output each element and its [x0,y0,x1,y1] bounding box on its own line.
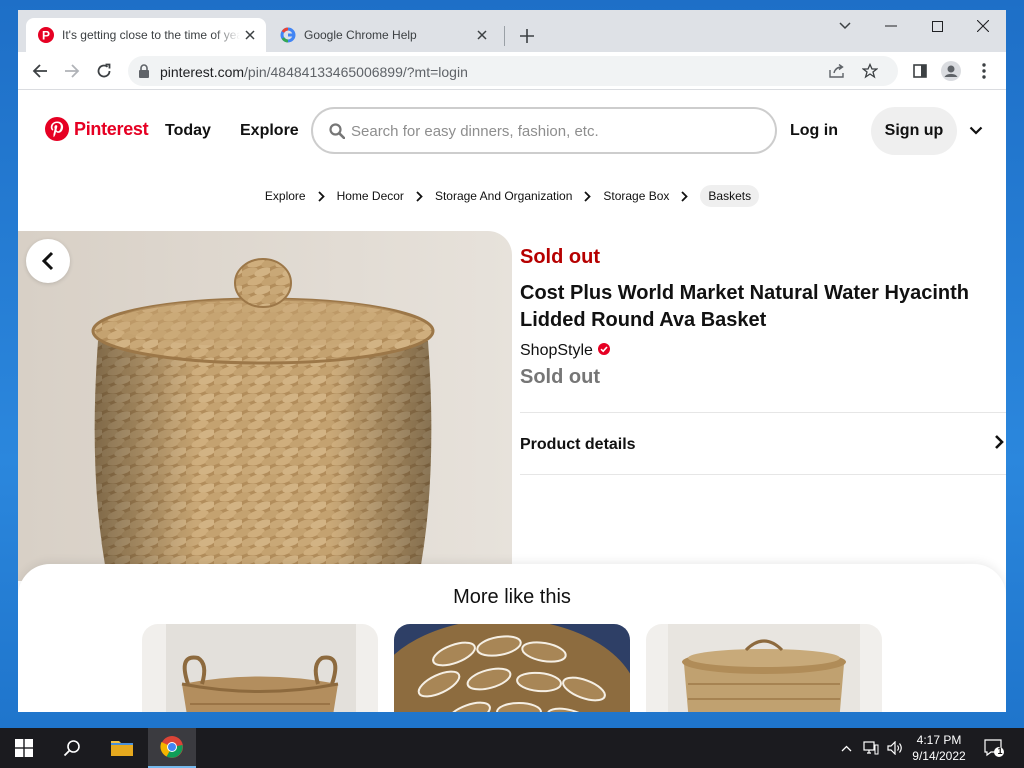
tab-title: Google Chrome Help [304,28,417,42]
tab-pinterest[interactable]: P It's getting close to the time of year [26,18,266,52]
search-input[interactable] [351,118,751,144]
pinterest-logo-icon [45,117,69,141]
chevron-right-icon [317,190,325,202]
more-like-this-title: More like this [453,586,571,608]
pinterest-page: Pinterest Today Explore Log in Sign up E… [18,90,1006,712]
tab-title: It's getting close to the time of year [62,28,240,42]
back-arrow-button[interactable] [26,239,70,283]
address-bar[interactable]: pinterest.com/pin/48484133465006899/?mt=… [128,56,898,86]
chevron-up-icon[interactable] [836,728,856,768]
svg-text:P: P [42,29,50,43]
site-header: Pinterest Today Explore Log in Sign up [18,90,1006,172]
merchant[interactable]: ShopStyle [520,342,610,360]
pin-image[interactable] [18,231,512,581]
back-button[interactable] [27,58,53,84]
pinterest-favicon-icon: P [38,27,54,43]
breadcrumb-item[interactable]: Home Decor [337,189,404,203]
sold-out-badge: Sold out [520,246,600,268]
url-host: pinterest.com [160,64,245,80]
search-icon [63,740,80,757]
search-taskbar-button[interactable] [48,728,96,768]
tab-chrome-help[interactable]: Google Chrome Help [268,18,498,52]
windows-logo-icon [15,739,33,757]
network-icon[interactable] [860,728,882,768]
chevron-right-icon[interactable] [994,434,1004,455]
minimize-button[interactable] [868,10,914,42]
bookmark-star-icon[interactable] [859,61,881,81]
signup-button[interactable]: Sign up [871,107,957,155]
search-box[interactable] [311,107,777,154]
google-favicon-icon [280,27,296,43]
browser-toolbar: pinterest.com/pin/48484133465006899/?mt=… [18,52,1006,90]
url-path: /pin/48484133465006899/?mt=login [244,64,468,80]
notification-count: 1 [997,746,1003,756]
clock-date: 9/14/2022 [912,749,966,763]
breadcrumb-item[interactable]: Explore [265,189,306,203]
new-tab-button[interactable] [516,25,538,47]
close-window-button[interactable] [960,10,1006,42]
side-panel-icon[interactable] [907,58,933,84]
product-details-toggle[interactable]: Product details [520,436,636,454]
nav-explore[interactable]: Explore [240,122,299,140]
maximize-button[interactable] [914,10,960,42]
divider [520,412,1006,413]
volume-icon[interactable] [884,728,906,768]
search-icon [329,123,346,144]
divider [520,474,1006,475]
chevron-right-icon [584,190,592,202]
nav-today[interactable]: Today [165,122,211,140]
related-pin-2[interactable] [394,624,630,712]
chevron-right-icon [416,190,423,202]
login-link[interactable]: Log in [790,122,838,140]
clock-time: 4:17 PM [916,733,962,747]
chevron-down-icon[interactable] [969,122,983,140]
related-pin-1[interactable] [142,624,378,712]
reload-button[interactable] [91,58,117,84]
notifications-button[interactable]: 1 [978,728,1010,768]
related-pin-3[interactable] [646,624,882,712]
breadcrumb-current[interactable]: Baskets [700,185,760,207]
chevron-right-icon [681,190,689,202]
folder-icon [111,741,133,756]
product-title: Cost Plus World Market Natural Water Hya… [520,282,969,331]
tab-search-button[interactable] [822,10,868,42]
breadcrumb-item[interactable]: Storage And Organization [435,189,572,203]
chrome-menu-icon[interactable] [971,58,997,84]
breadcrumb: Explore Home Decor Storage And Organizat… [18,184,1006,208]
verified-badge-icon [597,342,610,360]
merchant-name: ShopStyle [520,342,593,359]
forward-button[interactable] [59,58,85,84]
start-button[interactable] [0,728,48,768]
profile-avatar-icon[interactable] [938,58,964,84]
logo-text: Pinterest [74,118,149,139]
tab-strip: P It's getting close to the time of year… [18,10,1006,52]
system-clock[interactable]: 4:17 PM 9/14/2022 [908,732,970,764]
browser-window: P It's getting close to the time of year… [18,10,1006,712]
file-explorer-button[interactable] [98,728,146,768]
lock-icon[interactable] [138,64,150,83]
chrome-icon [160,736,183,758]
chrome-taskbar-button[interactable] [148,728,196,768]
close-tab-icon[interactable] [240,25,260,45]
more-like-this-panel: More like this [18,564,1006,712]
pinterest-logo[interactable]: Pinterest [45,117,149,141]
breadcrumb-item[interactable]: Storage Box [603,189,669,203]
close-tab-icon[interactable] [472,25,492,45]
url-text: pinterest.com/pin/48484133465006899/?mt=… [160,64,468,80]
price-status: Sold out [520,366,600,388]
chevron-left-icon [41,251,54,271]
tab-separator [504,26,505,46]
taskbar: 4:17 PM 9/14/2022 1 [0,728,1024,768]
share-icon[interactable] [826,61,848,81]
